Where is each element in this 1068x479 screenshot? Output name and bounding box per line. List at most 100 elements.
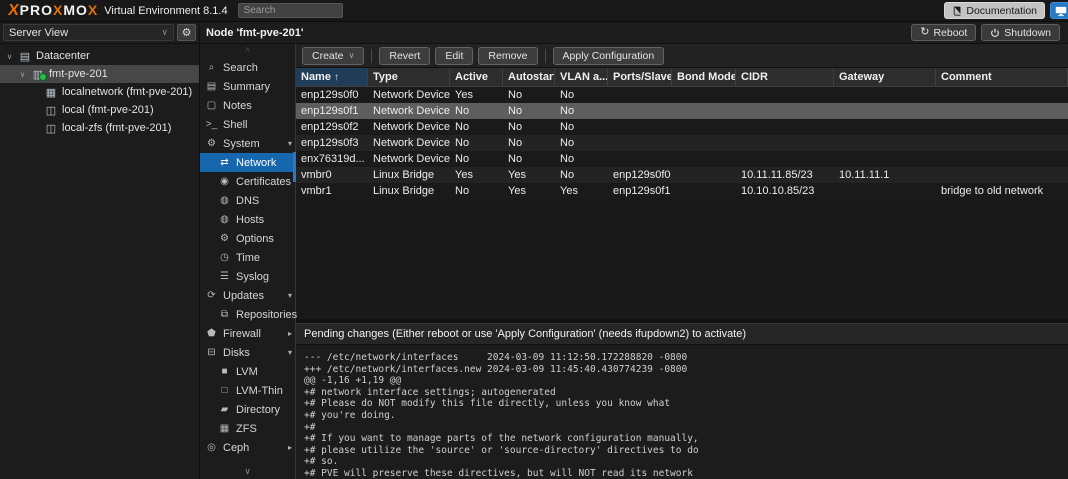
- column-header-cidr[interactable]: CIDR: [736, 68, 834, 86]
- column-header-bond-mode[interactable]: Bond Mode: [672, 68, 736, 86]
- diff-line: --- /etc/network/interfaces 2024-03-09 1…: [304, 352, 1060, 364]
- nav-item-system[interactable]: ⚙ System ▾: [200, 134, 295, 153]
- global-search-input[interactable]: [238, 3, 343, 18]
- apply-configuration-button[interactable]: Apply Configuration: [553, 47, 665, 65]
- table-row[interactable]: enp129s0f3 Network Device No No No: [296, 135, 1068, 151]
- nav-item-icon: >_: [205, 119, 218, 130]
- table-row[interactable]: enp129s0f1 Network Device No No No: [296, 103, 1068, 119]
- cell-comment: [936, 151, 1068, 167]
- tree-item-icon: ▤: [18, 50, 32, 63]
- tree-item-label: localnetwork (fmt-pve-201): [62, 86, 192, 98]
- nav-item-label: System: [223, 138, 260, 150]
- nav-item-icon: ⊟: [205, 347, 218, 358]
- nav-item-icon: ◍: [218, 214, 231, 225]
- nav-item-certificates[interactable]: ◉ Certificates: [200, 172, 295, 191]
- tree-item-datacenter[interactable]: ∨ ▤ Datacenter: [0, 47, 199, 65]
- cell-name: enp129s0f3: [296, 135, 368, 151]
- tree-item-localnetwork-fmt-pve-201-[interactable]: ▦ localnetwork (fmt-pve-201): [0, 83, 199, 101]
- revert-button[interactable]: Revert: [379, 47, 430, 65]
- nav-item-directory[interactable]: ▰ Directory: [200, 400, 295, 419]
- tree-item-fmt-pve-201[interactable]: ∨ ▥ fmt-pve-201: [0, 65, 199, 83]
- shutdown-button[interactable]: Shutdown: [981, 24, 1060, 41]
- nav-item-lvm-thin[interactable]: □ LVM-Thin: [200, 381, 295, 400]
- tree-item-label: local-zfs (fmt-pve-201): [62, 122, 171, 134]
- nav-item-hosts[interactable]: ◍ Hosts: [200, 210, 295, 229]
- create-vm-button[interactable]: [1050, 2, 1068, 19]
- nav-item-icon: ⟳: [205, 290, 218, 301]
- reboot-icon: ↻: [920, 27, 929, 38]
- column-header-name[interactable]: Name ↑: [296, 68, 368, 86]
- nav-item-icon: ▤: [205, 81, 218, 92]
- tree-expander-icon[interactable]: ∨: [18, 70, 27, 79]
- nav-item-dns[interactable]: ◍ DNS: [200, 191, 295, 210]
- nav-item-label: Time: [236, 252, 260, 264]
- nav-item-options[interactable]: ⚙ Options: [200, 229, 295, 248]
- chevron-down-icon: ∨: [161, 27, 168, 38]
- nav-item-repositories[interactable]: ⧉ Repositories: [200, 305, 295, 324]
- diff-line: +# Please do NOT modify this file direct…: [304, 398, 1060, 410]
- nav-expand-icon[interactable]: ▾: [288, 348, 292, 357]
- cell-autostart: Yes: [503, 183, 555, 199]
- column-header-ports-slaves[interactable]: Ports/Slaves: [608, 68, 672, 86]
- table-row[interactable]: vmbr0 Linux Bridge Yes Yes No enp129s0f0…: [296, 167, 1068, 183]
- nav-item-syslog[interactable]: ☰ Syslog: [200, 267, 295, 286]
- nav-item-network[interactable]: ⇄ Network: [200, 153, 295, 172]
- cell-ports-slaves: enp129s0f0: [608, 167, 672, 183]
- edit-button[interactable]: Edit: [435, 47, 473, 65]
- tree-expander-icon[interactable]: ∨: [5, 52, 14, 61]
- column-header-active[interactable]: Active: [450, 68, 503, 86]
- column-label: Name: [301, 71, 331, 83]
- nav-scroll-down-icon[interactable]: ∨: [200, 466, 295, 477]
- cell-type: Network Device: [368, 103, 450, 119]
- nav-item-firewall[interactable]: ⬟ Firewall ▸: [200, 324, 295, 343]
- table-row[interactable]: enx76319d... Network Device No No No: [296, 151, 1068, 167]
- tree-settings-button[interactable]: ⚙: [177, 24, 196, 41]
- table-row[interactable]: enp129s0f0 Network Device Yes No No: [296, 87, 1068, 103]
- nav-item-zfs[interactable]: ▦ ZFS: [200, 419, 295, 438]
- nav-item-updates[interactable]: ⟳ Updates ▾: [200, 286, 295, 305]
- logo-segment: PRO: [20, 2, 53, 18]
- nav-expand-icon[interactable]: ▸: [288, 443, 292, 452]
- column-header-gateway[interactable]: Gateway: [834, 68, 936, 86]
- view-selector-combobox[interactable]: Server View ∨: [3, 24, 174, 41]
- tree-item-local-zfs-fmt-pve-201-[interactable]: ◫ local-zfs (fmt-pve-201): [0, 119, 199, 137]
- reboot-label: Reboot: [933, 27, 967, 39]
- cell-comment: [936, 87, 1068, 103]
- column-header-type[interactable]: Type: [368, 68, 450, 86]
- resource-tree: ∨ ▤ Datacenter ∨ ▥ fmt-pve-201 ▦ localne…: [0, 44, 200, 479]
- tree-item-icon: ◫: [44, 122, 58, 135]
- create-button[interactable]: Create ∨: [302, 47, 364, 65]
- logo-segment: X: [88, 2, 98, 18]
- nav-expand-icon[interactable]: ▾: [288, 139, 292, 148]
- nav-expand-icon[interactable]: ▸: [288, 329, 292, 338]
- remove-button[interactable]: Remove: [478, 47, 537, 65]
- reboot-button[interactable]: ↻ Reboot: [911, 24, 976, 41]
- nav-item-shell[interactable]: >_ Shell: [200, 115, 295, 134]
- nav-item-search[interactable]: ⌕ Search: [200, 58, 295, 77]
- tree-item-local-fmt-pve-201-[interactable]: ◫ local (fmt-pve-201): [0, 101, 199, 119]
- nav-item-summary[interactable]: ▤ Summary: [200, 77, 295, 96]
- nav-item-lvm[interactable]: ■ LVM: [200, 362, 295, 381]
- nav-item-time[interactable]: ◷ Time: [200, 248, 295, 267]
- column-header-vlan-aware[interactable]: VLAN a...: [555, 68, 608, 86]
- table-row[interactable]: enp129s0f2 Network Device No No No: [296, 119, 1068, 135]
- nav-scrollbar-thumb[interactable]: [293, 152, 296, 182]
- cell-ports-slaves: [608, 151, 672, 167]
- cell-vlan-aware: Yes: [555, 183, 608, 199]
- nav-item-disks[interactable]: ⊟ Disks ▾: [200, 343, 295, 362]
- cell-active: Yes: [450, 87, 503, 103]
- cell-bond-mode: [672, 167, 736, 183]
- cell-name: vmbr1: [296, 183, 368, 199]
- column-header-autostart[interactable]: Autostart: [503, 68, 555, 86]
- diff-line: +# If you want to manage parts of the ne…: [304, 433, 1060, 445]
- cell-active: No: [450, 135, 503, 151]
- documentation-button[interactable]: Documentation: [944, 2, 1045, 19]
- column-header-comment[interactable]: Comment: [936, 68, 1068, 86]
- nav-item-ceph[interactable]: ◎ Ceph ▸: [200, 438, 295, 457]
- diff-line: +#: [304, 422, 1060, 434]
- nav-item-notes[interactable]: ▢ Notes: [200, 96, 295, 115]
- table-body: enp129s0f0 Network Device Yes No No: [296, 87, 1068, 199]
- nav-expand-icon[interactable]: ▾: [288, 291, 292, 300]
- nav-item-icon: ▦: [218, 423, 231, 434]
- table-row[interactable]: vmbr1 Linux Bridge No Yes Yes enp129s0f1…: [296, 183, 1068, 199]
